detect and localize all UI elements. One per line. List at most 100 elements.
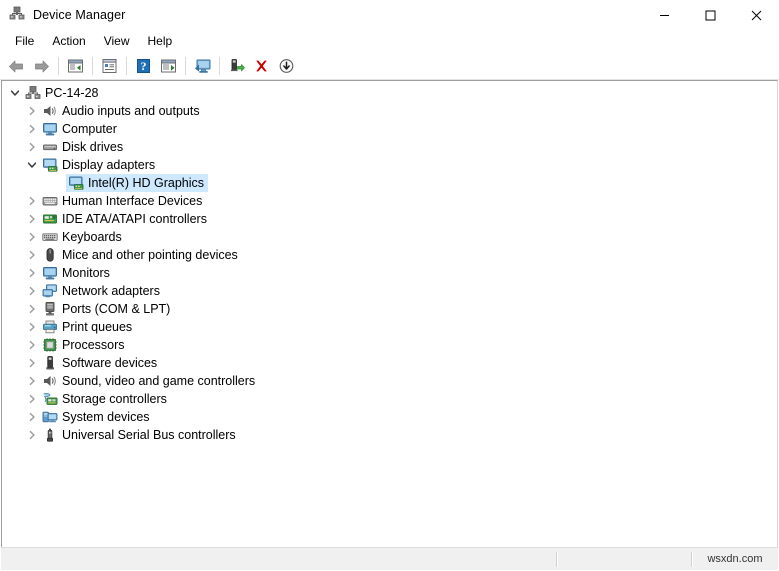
chevron-right-icon[interactable] — [24, 300, 40, 318]
display-adapter-icon — [40, 156, 60, 174]
chevron-down-icon — [27, 162, 37, 168]
tree-item-label: Intel(R) HD Graphics — [86, 174, 208, 192]
chevron-right-icon[interactable] — [24, 426, 40, 444]
computer-root-icon — [23, 84, 43, 102]
tree-item-label: Keyboards — [62, 230, 122, 244]
chevron-down-icon[interactable] — [7, 84, 23, 102]
chevron-right-icon — [29, 376, 35, 386]
menu-item-file[interactable]: File — [6, 31, 43, 52]
chevron-right-icon[interactable] — [24, 372, 40, 390]
tree-item[interactable]: Disk drives — [2, 138, 777, 156]
chevron-right-icon[interactable] — [24, 390, 40, 408]
chevron-right-icon[interactable] — [24, 264, 40, 282]
tree-item[interactable]: Human Interface Devices — [2, 192, 777, 210]
tree-item[interactable]: Network adapters — [2, 282, 777, 300]
tree-item[interactable]: IDE ATA/ATAPI controllers — [2, 210, 777, 228]
monitor-icon — [40, 120, 60, 138]
tree-item[interactable]: Print queues — [2, 318, 777, 336]
uninstall-device-icon — [256, 60, 267, 72]
mouse-icon — [40, 246, 60, 264]
tree-item-label: Audio inputs and outputs — [62, 104, 200, 118]
chevron-right-icon[interactable] — [24, 282, 40, 300]
tree-item[interactable]: PC-14-28 — [2, 84, 777, 102]
display-adapter-icon — [66, 174, 86, 192]
tree-item[interactable]: Audio inputs and outputs — [2, 102, 777, 120]
disable-device-button[interactable] — [274, 54, 299, 78]
chevron-down-icon[interactable] — [24, 156, 40, 174]
storage-controller-icon — [40, 390, 60, 408]
tree-item[interactable]: Display adapters — [2, 156, 777, 174]
help-icon: ? — [137, 59, 150, 73]
chevron-right-icon[interactable] — [24, 354, 40, 372]
tree-item-label: Network adapters — [62, 284, 160, 298]
tree-item-label: Human Interface Devices — [62, 194, 203, 208]
chevron-right-icon — [29, 250, 35, 260]
toolbar-separator — [185, 57, 186, 75]
chevron-right-icon — [29, 304, 35, 314]
tree-item[interactable]: Software devices — [2, 354, 777, 372]
back-button[interactable] — [4, 54, 29, 78]
disable-device-icon — [279, 59, 294, 73]
update-driver-button[interactable] — [224, 54, 249, 78]
chevron-right-icon[interactable] — [24, 336, 40, 354]
tree-item[interactable]: Intel(R) HD Graphics — [2, 174, 777, 192]
chevron-right-icon[interactable] — [24, 210, 40, 228]
chevron-right-icon — [29, 394, 35, 404]
printer-icon — [40, 318, 60, 336]
chevron-right-icon[interactable] — [24, 138, 40, 156]
window-controls — [641, 0, 779, 30]
software-device-icon — [40, 354, 60, 372]
tree-item[interactable]: Keyboards — [2, 228, 777, 246]
chevron-right-icon — [29, 412, 35, 422]
chevron-right-icon[interactable] — [24, 318, 40, 336]
monitor-icon — [40, 264, 60, 282]
tree-item[interactable]: Mice and other pointing devices — [2, 246, 777, 264]
toolbar-separator — [58, 57, 59, 75]
tree-item[interactable]: System devices — [2, 408, 777, 426]
chevron-right-icon[interactable] — [24, 246, 40, 264]
tree-item[interactable]: Computer — [2, 120, 777, 138]
tree-item-label: Sound, video and game controllers — [62, 374, 256, 388]
tree-item[interactable]: Monitors — [2, 264, 777, 282]
device-tree[interactable]: PC-14-28 Audio inputs and outputs Computer… — [2, 81, 777, 444]
menu-item-action[interactable]: Action — [43, 31, 94, 52]
title-bar: Device Manager — [0, 0, 779, 30]
chevron-right-icon — [29, 322, 35, 332]
window-title: Device Manager — [33, 8, 126, 22]
tree-item-label: Universal Serial Bus controllers — [62, 428, 236, 442]
device-tree-panel: PC-14-28 Audio inputs and outputs Computer… — [1, 80, 778, 547]
status-bar-main-text — [1, 548, 556, 571]
properties-button[interactable] — [97, 54, 122, 78]
toolbar-separator — [219, 57, 220, 75]
tree-item-label: PC-14-28 — [45, 86, 99, 100]
tree-item[interactable]: Storage controllers — [2, 390, 777, 408]
forward-button[interactable] — [29, 54, 54, 78]
tree-item[interactable]: Ports (COM & LPT) — [2, 300, 777, 318]
port-icon — [40, 300, 60, 318]
disk-drive-icon — [40, 138, 60, 156]
chevron-right-icon[interactable] — [24, 120, 40, 138]
tree-item[interactable]: Universal Serial Bus controllers — [2, 426, 777, 444]
help-button[interactable]: ? — [131, 54, 156, 78]
tree-item[interactable]: Sound, video and game controllers — [2, 372, 777, 390]
chevron-right-icon[interactable] — [24, 192, 40, 210]
ide-controller-icon — [40, 210, 60, 228]
chevron-right-icon[interactable] — [24, 408, 40, 426]
close-button[interactable] — [733, 0, 779, 30]
menu-item-view[interactable]: View — [95, 31, 139, 52]
maximize-button[interactable] — [687, 0, 733, 30]
tree-item-label: Software devices — [62, 356, 158, 370]
show-hide-console-tree-icon — [68, 59, 83, 73]
chevron-right-icon[interactable] — [24, 102, 40, 120]
watermark-text: wsxdn.com — [707, 553, 763, 565]
scan-for-hardware-changes-button[interactable] — [190, 54, 215, 78]
chevron-right-icon[interactable] — [24, 228, 40, 246]
scan-for-hardware-changes-icon — [194, 59, 210, 73]
tree-item[interactable]: Processors — [2, 336, 777, 354]
show-hide-console-tree-button[interactable] — [63, 54, 88, 78]
show-hide-action-pane-button[interactable] — [156, 54, 181, 78]
chevron-right-icon — [29, 340, 35, 350]
menu-item-help[interactable]: Help — [139, 31, 182, 52]
uninstall-device-button[interactable] — [249, 54, 274, 78]
minimize-button[interactable] — [641, 0, 687, 30]
